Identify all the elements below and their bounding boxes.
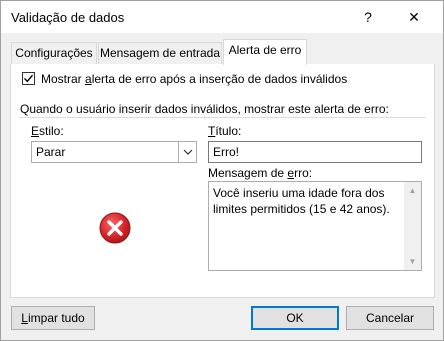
tab-label: Alerta de erro (228, 43, 302, 57)
window-title: Validação de dados (11, 10, 125, 25)
close-icon: ✕ (408, 8, 420, 25)
scroll-down-icon[interactable]: ▼ (404, 253, 421, 270)
title-input-value: Erro! (213, 145, 240, 159)
title-bar: Validação de dados ? ✕ (1, 1, 443, 33)
label-text: Mensagem de (208, 166, 288, 180)
section-divider (19, 117, 426, 118)
tab-label: Mensagem de entrada (99, 46, 221, 60)
ok-button[interactable]: OK (251, 306, 339, 330)
clear-all-button[interactable]: Limpar tudo (11, 306, 95, 330)
access-key: E (31, 124, 40, 138)
help-icon: ? (364, 9, 372, 25)
error-stop-icon (99, 212, 131, 244)
style-select[interactable]: Parar (31, 141, 197, 163)
access-key: a (85, 72, 92, 86)
label-text: Mostrar (41, 72, 86, 86)
cancel-button[interactable]: Cancelar (346, 306, 434, 330)
tab-label: Configurações (15, 46, 93, 60)
checkmark-icon (24, 74, 34, 83)
label-text: rro: (294, 166, 313, 180)
show-error-alert-label[interactable]: Mostrar alerta de erro após a inserção d… (41, 72, 347, 86)
error-message-textarea[interactable]: Você inseriu uma idade fora dos limites … (208, 181, 422, 271)
label-text: lerta de erro após a inserção de dados i… (91, 72, 348, 86)
label-text: ítulo: (215, 124, 242, 138)
help-button[interactable]: ? (349, 1, 387, 33)
tab-alerta-de-erro[interactable]: Alerta de erro (223, 39, 307, 65)
show-error-alert-checkbox[interactable] (22, 72, 35, 85)
tab-mensagem-de-entrada[interactable]: Mensagem de entrada (98, 42, 222, 64)
section-heading: Quando o usuário inserir dados inválidos… (20, 102, 389, 116)
button-label: Cancelar (365, 311, 415, 325)
style-select-value: Parar (36, 145, 66, 159)
data-validation-dialog: Validação de dados ? ✕ Configurações Men… (0, 0, 444, 341)
title-input[interactable]: Erro! (208, 141, 422, 163)
button-label: OK (286, 311, 304, 325)
vertical-scrollbar[interactable]: ▲ ▼ (404, 182, 421, 270)
title-label: Título: (208, 124, 241, 138)
label-text: stilo: (39, 124, 64, 138)
close-button[interactable]: ✕ (395, 1, 433, 33)
chevron-down-icon[interactable] (178, 142, 196, 162)
button-label: impar tudo (27, 311, 85, 325)
scroll-up-icon[interactable]: ▲ (404, 182, 421, 199)
error-message-label: Mensagem de erro: (208, 166, 312, 180)
error-message-text: Você inseriu uma idade fora dos limites … (213, 186, 390, 216)
tab-configuracoes[interactable]: Configurações (11, 42, 97, 64)
style-label: Estilo: (31, 124, 64, 138)
access-key: L (21, 311, 28, 325)
